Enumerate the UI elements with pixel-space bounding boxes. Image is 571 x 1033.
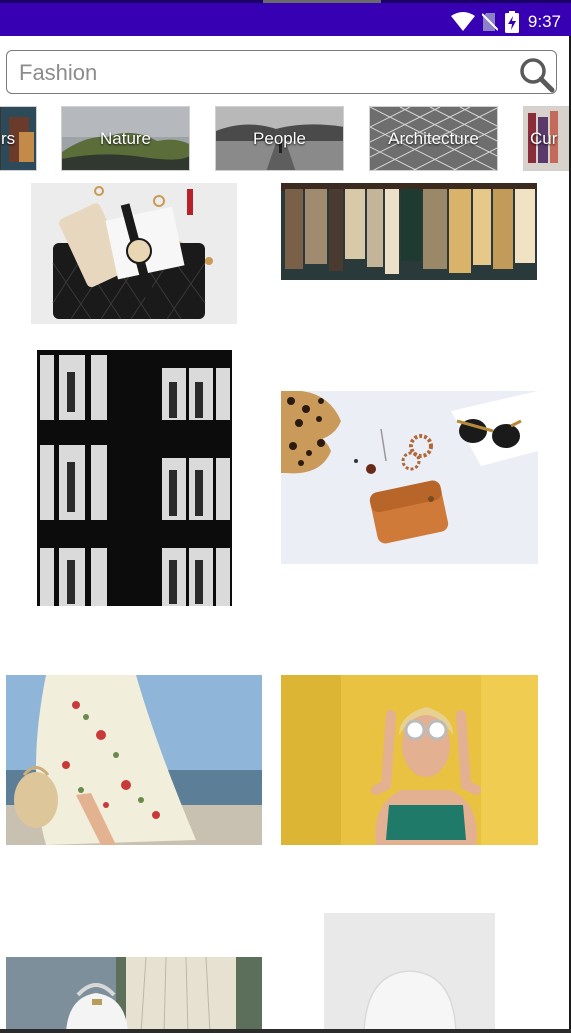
category-chip-architecture[interactable]: Architecture bbox=[369, 106, 498, 171]
category-chip[interactable]: Cur bbox=[523, 106, 571, 171]
status-bar-notch bbox=[263, 0, 381, 3]
search-box[interactable] bbox=[6, 50, 557, 94]
photo-floral-dress[interactable] bbox=[6, 675, 262, 845]
category-chip-people[interactable]: People bbox=[215, 106, 344, 171]
photo-flatlay-accessories[interactable] bbox=[281, 391, 538, 564]
photo-yellow-wall-woman[interactable] bbox=[281, 675, 538, 845]
search-icon[interactable] bbox=[516, 54, 556, 94]
status-time: 9:37 bbox=[527, 12, 561, 31]
category-label: Architecture bbox=[388, 129, 479, 148]
category-chip[interactable]: rs bbox=[0, 106, 37, 171]
category-strip[interactable]: rs Nature People Architecture Cur bbox=[0, 106, 571, 172]
photo-woman-white-bag[interactable] bbox=[6, 957, 262, 1033]
search-input[interactable] bbox=[19, 59, 499, 87]
battery-charging-icon bbox=[504, 11, 519, 33]
category-label: rs bbox=[1, 129, 16, 148]
status-bar: 9:37 bbox=[0, 0, 571, 36]
photo-handbag[interactable] bbox=[31, 183, 237, 324]
photo-white-chair[interactable] bbox=[324, 913, 495, 1033]
wifi-icon bbox=[450, 12, 475, 32]
category-label: Cur bbox=[530, 129, 558, 148]
photo-clothes-rack[interactable] bbox=[281, 183, 537, 280]
photo-mannequin-windows[interactable] bbox=[37, 350, 232, 606]
category-label: Nature bbox=[99, 129, 152, 148]
status-icons: 9:37 bbox=[450, 9, 561, 35]
navigation-bar-edge bbox=[0, 1029, 571, 1033]
no-sim-icon bbox=[481, 12, 498, 32]
category-label: People bbox=[253, 129, 306, 148]
category-chip-nature[interactable]: Nature bbox=[61, 106, 190, 171]
